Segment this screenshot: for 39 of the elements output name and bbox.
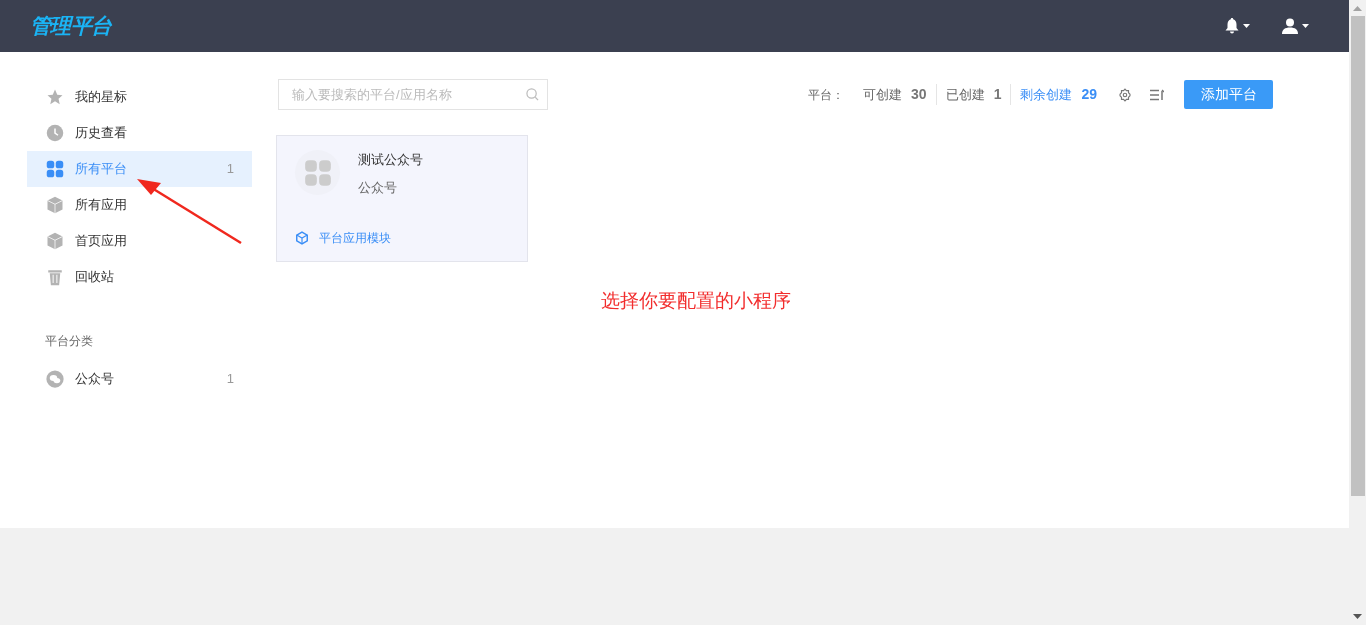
sidebar-item[interactable]: 我的星标 <box>27 79 252 115</box>
card-title: 测试公众号 <box>358 151 423 169</box>
star-icon <box>46 88 64 106</box>
sort-icon[interactable] <box>1150 88 1164 101</box>
caret-icon <box>1243 24 1250 28</box>
grid-icon <box>303 158 332 187</box>
notification-menu[interactable] <box>1225 18 1250 34</box>
settings-icon[interactable] <box>1118 87 1132 102</box>
stat-value: 1 <box>993 85 1002 104</box>
grid-icon <box>46 160 64 178</box>
scroll-down-icon[interactable] <box>1353 614 1362 619</box>
sidebar-item[interactable]: 公众号 1 <box>27 361 252 397</box>
cube-icon <box>46 196 64 214</box>
card-type: 公众号 <box>358 178 398 197</box>
sidebar-item[interactable]: 回收站 <box>27 259 252 295</box>
scroll-thumb[interactable] <box>1350 16 1365 496</box>
stat-value: 29 <box>1081 85 1097 104</box>
user-icon <box>1282 18 1298 34</box>
clock-icon <box>46 124 64 142</box>
cube-icon <box>46 232 64 250</box>
section-title: 平台分类 <box>45 333 94 350</box>
annotation-text: 选择你要配置的小程序 <box>601 289 792 313</box>
stat-label: 剩余创建 <box>1020 85 1073 104</box>
stats-label: 平台： <box>808 86 845 104</box>
sidebar-item[interactable]: 首页应用 <box>27 223 252 259</box>
stat-value: 30 <box>911 85 927 104</box>
logo[interactable]: 管理平台 <box>30 10 112 42</box>
stat-label: 可创建 <box>863 85 903 104</box>
search-field[interactable]: 输入要搜索的平台/应用名称 <box>278 79 548 110</box>
platform-card[interactable]: 测试公众号 公众号 平台应用模块 <box>276 135 528 262</box>
search-icon <box>526 88 539 101</box>
trash-icon <box>46 268 64 286</box>
stat-label: 已创建 <box>945 85 985 104</box>
caret-icon <box>1302 24 1309 28</box>
chat-icon <box>46 370 64 388</box>
bell-icon <box>1225 18 1239 34</box>
sidebar-item[interactable]: 历史查看 <box>27 115 252 151</box>
cube-icon <box>295 231 309 245</box>
user-menu[interactable] <box>1282 18 1309 34</box>
